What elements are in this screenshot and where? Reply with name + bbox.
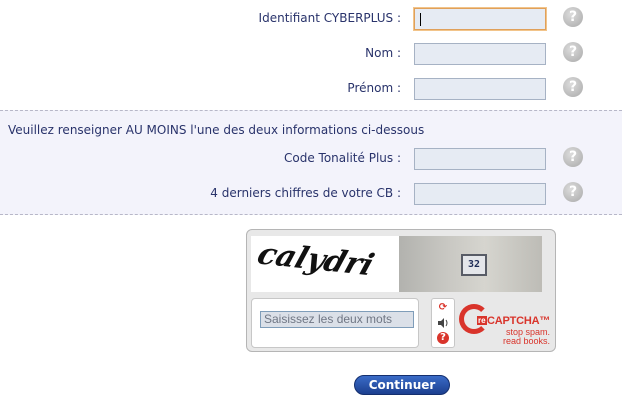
recaptcha-tagline-2: read books. — [502, 336, 550, 346]
recaptcha-wordmark: CAPTCHA™ — [487, 315, 551, 327]
cyberplus-id-help-icon[interactable]: ? — [563, 7, 583, 27]
nom-label: Nom : — [365, 46, 401, 60]
captcha-challenge-image: calydri 32 — [251, 236, 542, 292]
alternative-info-note: Veuillez renseigner AU MOINS l'une des d… — [8, 123, 425, 137]
cyberplus-id-field[interactable] — [414, 8, 546, 30]
recaptcha-brand: re CAPTCHA™ stop spam. read books. — [459, 300, 554, 348]
speaker-icon — [438, 318, 448, 328]
captcha-distorted-word: calydri — [253, 237, 378, 283]
captcha-word-text: calydri — [253, 237, 378, 283]
code-tonalite-help-icon[interactable]: ? — [563, 147, 583, 167]
prenom-help-icon[interactable]: ? — [563, 77, 583, 97]
captcha-photo: 32 — [399, 236, 542, 292]
captcha-house-number: 32 — [461, 254, 487, 276]
audio-icon[interactable] — [437, 317, 449, 329]
captcha-input-frame: Saisissez les deux mots — [251, 298, 419, 348]
text-caret — [420, 13, 421, 26]
card-digits-field[interactable] — [414, 183, 546, 205]
code-tonalite-label: Code Tonalité Plus : — [284, 151, 401, 165]
prenom-field[interactable] — [414, 78, 546, 100]
recaptcha-tagline: stop spam. read books. — [503, 328, 550, 346]
continue-button[interactable]: Continuer — [354, 375, 450, 395]
cyberplus-id-label: Identifiant CYBERPLUS : — [258, 11, 401, 25]
nom-field[interactable] — [414, 43, 546, 65]
help-icon[interactable]: ? — [437, 332, 449, 344]
captcha-response-input[interactable]: Saisissez les deux mots — [260, 311, 414, 328]
card-digits-label: 4 derniers chiffres de votre CB : — [210, 186, 401, 200]
card-digits-help-icon[interactable]: ? — [563, 182, 583, 202]
code-tonalite-field[interactable] — [414, 148, 546, 170]
recaptcha-re: re — [477, 316, 487, 325]
prenom-label: Prénom : — [347, 81, 401, 95]
refresh-icon[interactable]: ⟳ — [437, 302, 449, 314]
recaptcha-widget: calydri 32 Saisissez les deux mots ⟳ ? r… — [246, 229, 556, 352]
captcha-controls: ⟳ ? — [431, 298, 455, 348]
nom-help-icon[interactable]: ? — [563, 42, 583, 62]
